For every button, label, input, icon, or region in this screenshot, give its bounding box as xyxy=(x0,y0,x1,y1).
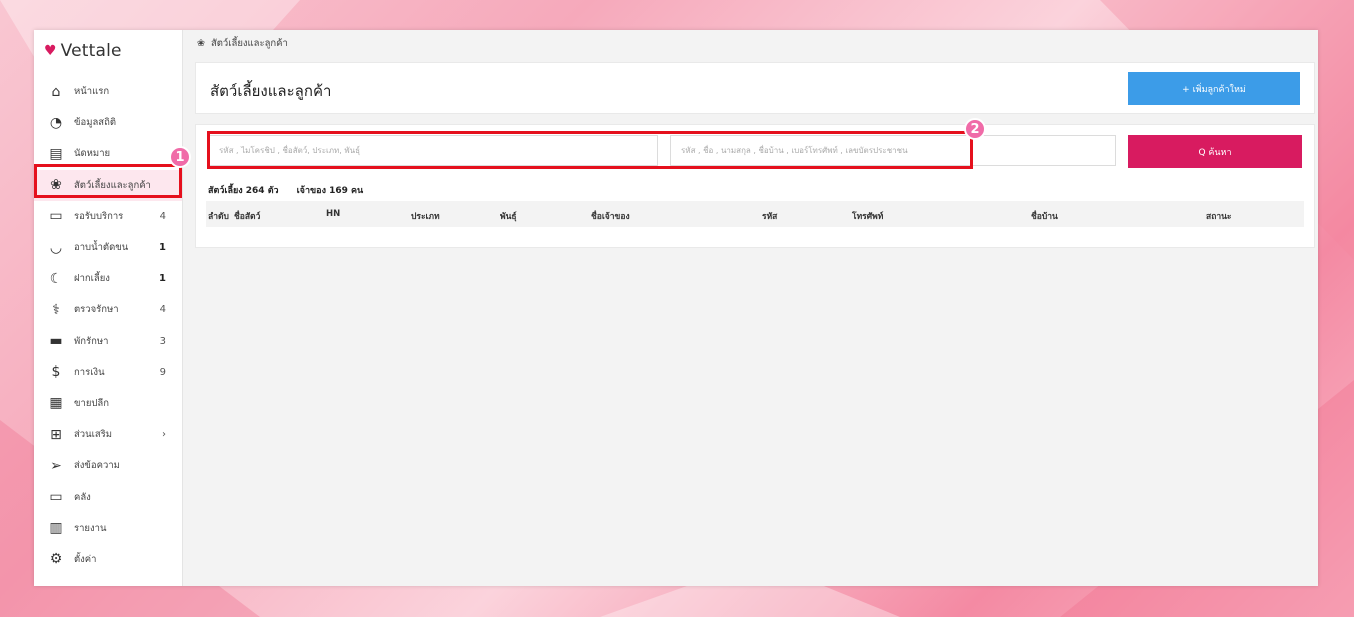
search-button[interactable]: Q ค้นหา xyxy=(1128,135,1302,168)
sidebar-item-10[interactable]: ▦ ขายปลีก xyxy=(34,388,182,419)
sidebar-item-6[interactable]: ☾ ฝากเลี้ยง 1 xyxy=(34,263,182,294)
sidebar-item-4[interactable]: ▭ รอรับบริการ 4 xyxy=(34,201,182,232)
column-header[interactable]: พันธุ์ xyxy=(500,209,517,223)
sidebar-item-8[interactable]: ▬ พักรักษา 3 xyxy=(34,326,182,357)
sidebar-item-5[interactable]: ◡ อาบน้ำตัดขน 1 xyxy=(34,232,182,263)
column-header[interactable]: HN xyxy=(326,209,340,219)
column-header[interactable]: ชื่อบ้าน xyxy=(1031,209,1058,223)
home-icon: ⌂ xyxy=(51,83,61,100)
bed-icon: ▬ xyxy=(49,333,63,350)
sidebar-item-11[interactable]: ⊞ ส่วนเสริม › xyxy=(34,419,182,450)
bathtub-icon: ◡ xyxy=(49,239,63,256)
sidebar-item-0[interactable]: ⌂ หน้าแรก xyxy=(34,76,182,107)
sidebar-item-label: ส่งข้อความ xyxy=(74,460,120,472)
breadcrumb-label: สัตว์เลี้ยงและลูกค้า xyxy=(210,38,288,49)
sidebar-item-15[interactable]: ⚙ ตั้งค่า xyxy=(34,544,182,575)
breadcrumb: ❀ สัตว์เลี้ยงและลูกค้า xyxy=(197,36,288,51)
page-header: สัตว์เลี้ยงและลูกค้า + เพิ่มลูกค้าใหม่ xyxy=(195,62,1315,114)
report-icon: ▥ xyxy=(49,520,63,537)
column-header[interactable]: ชื่อเจ้าของ xyxy=(591,209,630,223)
plus-box-icon: ⊞ xyxy=(50,426,62,443)
money-icon: $ xyxy=(51,364,61,381)
step-marker-1: 1 xyxy=(169,146,191,168)
result-stats: สัตว์เลี้ยง 264 ตัว เจ้าของ 169 คน xyxy=(208,183,363,197)
column-header[interactable]: ประเภท xyxy=(411,209,440,223)
sidebar-item-label: หน้าแรก xyxy=(74,86,110,98)
pet-count: สัตว์เลี้ยง 264 ตัว xyxy=(208,186,279,196)
sidebar-item-label: รายงาน xyxy=(74,522,107,534)
sidebar-item-1[interactable]: ◔ ข้อมูลสถิติ xyxy=(34,107,182,138)
sidebar-nav: ⌂ หน้าแรก ◔ ข้อมูลสถิติ ▤ นัดหมาย ❀ สัตว์เลี้ยง… xyxy=(34,76,182,575)
add-customer-button[interactable]: + เพิ่มลูกค้าใหม่ xyxy=(1128,72,1300,105)
moon-icon: ☾ xyxy=(49,270,63,287)
column-header[interactable]: รหัส xyxy=(762,209,777,223)
column-header[interactable]: ชื่อสัตว์ xyxy=(234,209,260,223)
app-window: ♥ Vettale ⌂ หน้าแรก ◔ ข้อมูลสถิติ ▤ นัดหมาย ❀ ส… xyxy=(34,30,1318,586)
sidebar-item-14[interactable]: ▥ รายงาน xyxy=(34,513,182,544)
page-title: สัตว์เลี้ยงและลูกค้า xyxy=(210,82,332,100)
sidebar-item-count: 9 xyxy=(159,366,166,378)
sidebar-item-label: การเงิน xyxy=(74,366,105,378)
sidebar-item-12[interactable]: ➢ ส่งข้อความ xyxy=(34,450,182,481)
register-icon: ▦ xyxy=(49,395,63,412)
table-header: ลำดับ ชื่อสัตว์ HN ประเภท พันธุ์ ชื่อเจ้าของ ร… xyxy=(206,201,1304,227)
send-icon: ➢ xyxy=(50,457,62,474)
column-header[interactable]: ลำดับ xyxy=(208,209,229,223)
sidebar-item-label: คลัง xyxy=(74,491,91,503)
sidebar-item-count: › xyxy=(162,429,166,441)
sidebar-item-label: พักรักษา xyxy=(74,335,109,347)
sidebar-item-count: 4 xyxy=(159,210,166,222)
highlight-box-1 xyxy=(34,164,182,198)
sidebar-item-label: ตั้งค่า xyxy=(74,553,97,565)
gear-icon: ⚙ xyxy=(49,551,63,568)
dashboard-icon: ◔ xyxy=(49,114,63,131)
sidebar-item-9[interactable]: $ การเงิน 9 xyxy=(34,357,182,388)
sidebar-item-label: ขายปลีก xyxy=(74,397,109,409)
sidebar-item-13[interactable]: ▭ คลัง xyxy=(34,481,182,512)
column-header[interactable]: โทรศัพท์ xyxy=(852,209,883,223)
column-header[interactable]: สถานะ xyxy=(1206,209,1231,223)
stethoscope-icon: ⚕ xyxy=(52,301,60,318)
sidebar-item-label: อาบน้ำตัดขน xyxy=(74,242,129,254)
sofa-icon: ▭ xyxy=(49,208,63,225)
sidebar-item-label: รอรับบริการ xyxy=(74,210,124,222)
logo[interactable]: ♥ Vettale xyxy=(44,41,122,61)
archive-icon: ▭ xyxy=(49,489,63,506)
sidebar-item-count: 1 xyxy=(159,242,166,254)
step-marker-2: 2 xyxy=(964,118,986,140)
owner-count: เจ้าของ 169 คน xyxy=(296,186,364,196)
paw-icon: ❀ xyxy=(197,38,205,49)
sidebar-item-count: 3 xyxy=(159,335,166,347)
sidebar-item-label: ข้อมูลสถิติ xyxy=(74,117,117,129)
calendar-icon: ▤ xyxy=(49,145,63,162)
heart-logo-icon: ♥ xyxy=(44,43,57,59)
sidebar-item-count: 1 xyxy=(159,273,166,285)
app-name: Vettale xyxy=(60,41,122,61)
sidebar-item-label: ตรวจรักษา xyxy=(74,304,119,316)
sidebar-item-7[interactable]: ⚕ ตรวจรักษา 4 xyxy=(34,294,182,325)
sidebar-item-count: 4 xyxy=(159,304,166,316)
sidebar-item-label: ส่วนเสริม xyxy=(74,429,113,441)
sidebar: ♥ Vettale ⌂ หน้าแรก ◔ ข้อมูลสถิติ ▤ นัดหมาย ❀ ส… xyxy=(34,30,183,586)
sidebar-item-label: นัดหมาย xyxy=(74,148,111,160)
highlight-box-2 xyxy=(207,131,973,169)
sidebar-item-label: ฝากเลี้ยง xyxy=(74,273,110,285)
